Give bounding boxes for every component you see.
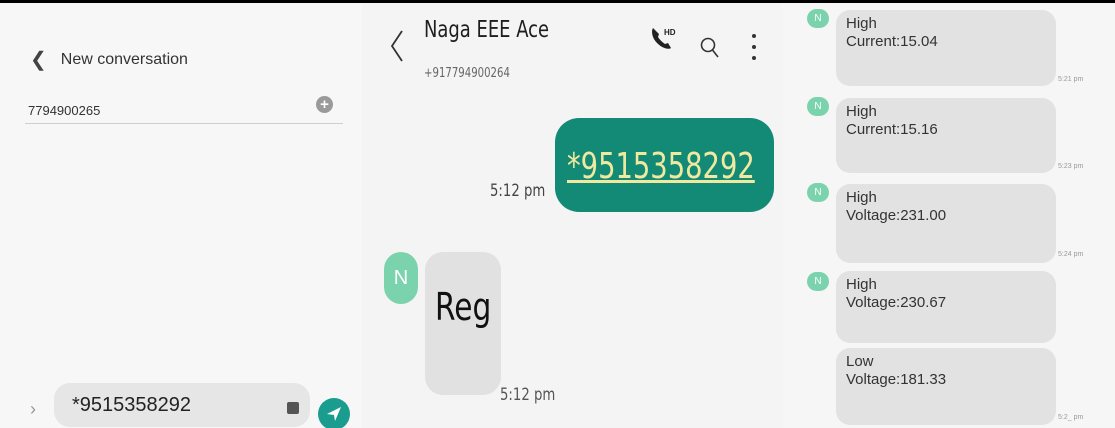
- send-button[interactable]: [318, 398, 350, 428]
- contact-number: +917794900264: [424, 66, 510, 81]
- avatar[interactable]: N: [807, 9, 829, 28]
- message-timestamp: 5:12 pm: [490, 181, 546, 201]
- message-text: High Current:15.04: [846, 15, 938, 50]
- chevron-right-icon[interactable]: ›: [30, 399, 36, 420]
- message-timestamp: 5:23 pm: [1058, 163, 1084, 170]
- message-text: Low Voltage:181.33: [846, 353, 947, 388]
- message-text: High Voltage:230.67: [846, 276, 947, 311]
- sticker-icon[interactable]: [287, 402, 299, 414]
- received-message-bubble[interactable]: Reg: [425, 252, 501, 395]
- message-input[interactable]: *9515358292: [54, 383, 310, 427]
- list-item[interactable]: High Current:15.04: [836, 10, 1056, 86]
- message-text: High Voltage:231.00: [846, 189, 947, 224]
- add-recipient-icon[interactable]: +: [316, 96, 333, 113]
- message-timestamp: 5:21 pm: [1058, 76, 1084, 83]
- page-title: New conversation: [60, 50, 188, 68]
- message-input-text: *9515358292: [72, 394, 192, 416]
- message-timestamp: 5:24 pm: [1058, 251, 1084, 258]
- back-button[interactable]: [390, 29, 404, 68]
- conversation-panel: Naga EEE Ace +917794900264 HD *951535829…: [362, 3, 782, 428]
- list-item[interactable]: High Voltage:230.67: [836, 271, 1056, 343]
- message-text: High Current:15.16: [846, 103, 938, 138]
- divider: [25, 123, 343, 124]
- chevron-left-icon: ❮: [30, 49, 47, 71]
- received-message-text: Reg: [435, 285, 492, 329]
- avatar[interactable]: N: [807, 272, 829, 291]
- message-timestamp: 5:12 pm: [500, 385, 556, 405]
- contact-name: Naga EEE Ace: [424, 17, 550, 43]
- list-item[interactable]: High Current:15.16: [836, 98, 1056, 173]
- chevron-left-icon: [390, 30, 403, 62]
- avatar[interactable]: N: [384, 252, 418, 304]
- search-icon[interactable]: [700, 37, 720, 64]
- avatar[interactable]: N: [807, 183, 829, 202]
- send-icon: [327, 407, 341, 421]
- recipient-field[interactable]: 7794900265: [28, 103, 100, 118]
- list-item[interactable]: Low Voltage:181.33: [836, 348, 1056, 425]
- avatar[interactable]: N: [807, 97, 829, 116]
- new-conversation-panel: ❮ New conversation 7794900265 + › *95153…: [0, 3, 362, 428]
- back-button[interactable]: ❮ New conversation: [30, 47, 188, 72]
- sent-message-text[interactable]: *9515358292: [567, 146, 755, 187]
- svg-text:HD: HD: [664, 28, 676, 37]
- hd-call-icon[interactable]: HD: [649, 25, 679, 58]
- list-item[interactable]: High Voltage:231.00: [836, 184, 1056, 263]
- sent-message-bubble[interactable]: *9515358292: [555, 118, 774, 212]
- message-timestamp: 5:2_ pm: [1058, 414, 1084, 421]
- alerts-panel: N High Current:15.04 5:21 pm N High Curr…: [782, 3, 1115, 428]
- more-options-icon[interactable]: [751, 33, 757, 66]
